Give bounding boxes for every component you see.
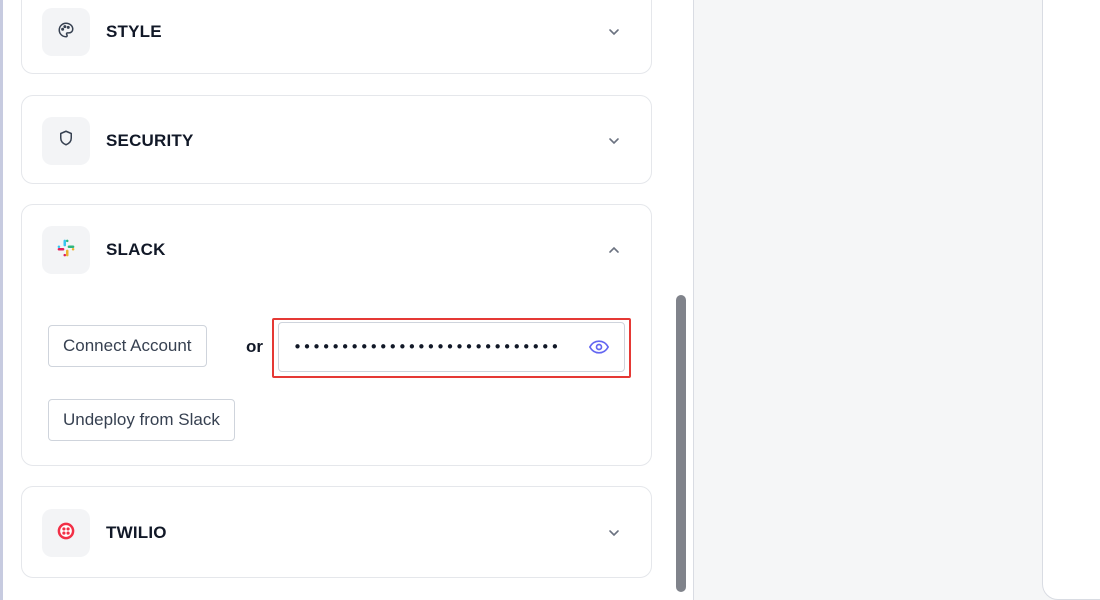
twilio-section-header[interactable]: TWILIO [22,487,651,579]
style-section[interactable]: STYLE [21,0,652,74]
eye-icon[interactable] [588,336,610,358]
settings-panel: STYLE SECURITY SLACK Connect Account or … [3,0,693,600]
style-section-header[interactable]: STYLE [22,0,651,75]
chevron-down-icon[interactable] [607,134,621,148]
security-section[interactable]: SECURITY [21,95,652,184]
chevron-up-icon[interactable] [607,243,621,257]
slack-logo-icon [56,238,76,263]
shield-icon [57,129,75,152]
preview-card [1042,0,1100,600]
style-title: STYLE [106,22,162,41]
chevron-down-icon[interactable] [607,526,621,540]
slack-section-header[interactable]: SLACK [22,205,651,295]
chevron-down-icon[interactable] [607,25,621,39]
twilio-icon-box [42,509,90,557]
style-icon-box [42,8,90,56]
or-label: or [246,337,263,356]
twilio-section[interactable]: TWILIO [21,486,652,578]
security-icon-box [42,116,90,165]
slack-token-field[interactable] [278,322,625,372]
connect-account-button[interactable]: Connect Account [48,325,207,367]
palette-icon [57,21,75,44]
slack-title: SLACK [106,240,166,259]
undeploy-from-slack-button[interactable]: Undeploy from Slack [48,399,235,441]
preview-area [694,0,1100,600]
slack-token-input[interactable] [293,338,563,356]
slack-section: SLACK Connect Account or Undeploy from S… [21,204,652,466]
twilio-title: TWILIO [106,523,167,542]
slack-icon-box [42,226,90,274]
security-section-header[interactable]: SECURITY [22,96,651,185]
twilio-logo-icon [56,521,76,546]
security-title: SECURITY [106,130,194,150]
scrollbar-thumb[interactable] [676,295,686,592]
